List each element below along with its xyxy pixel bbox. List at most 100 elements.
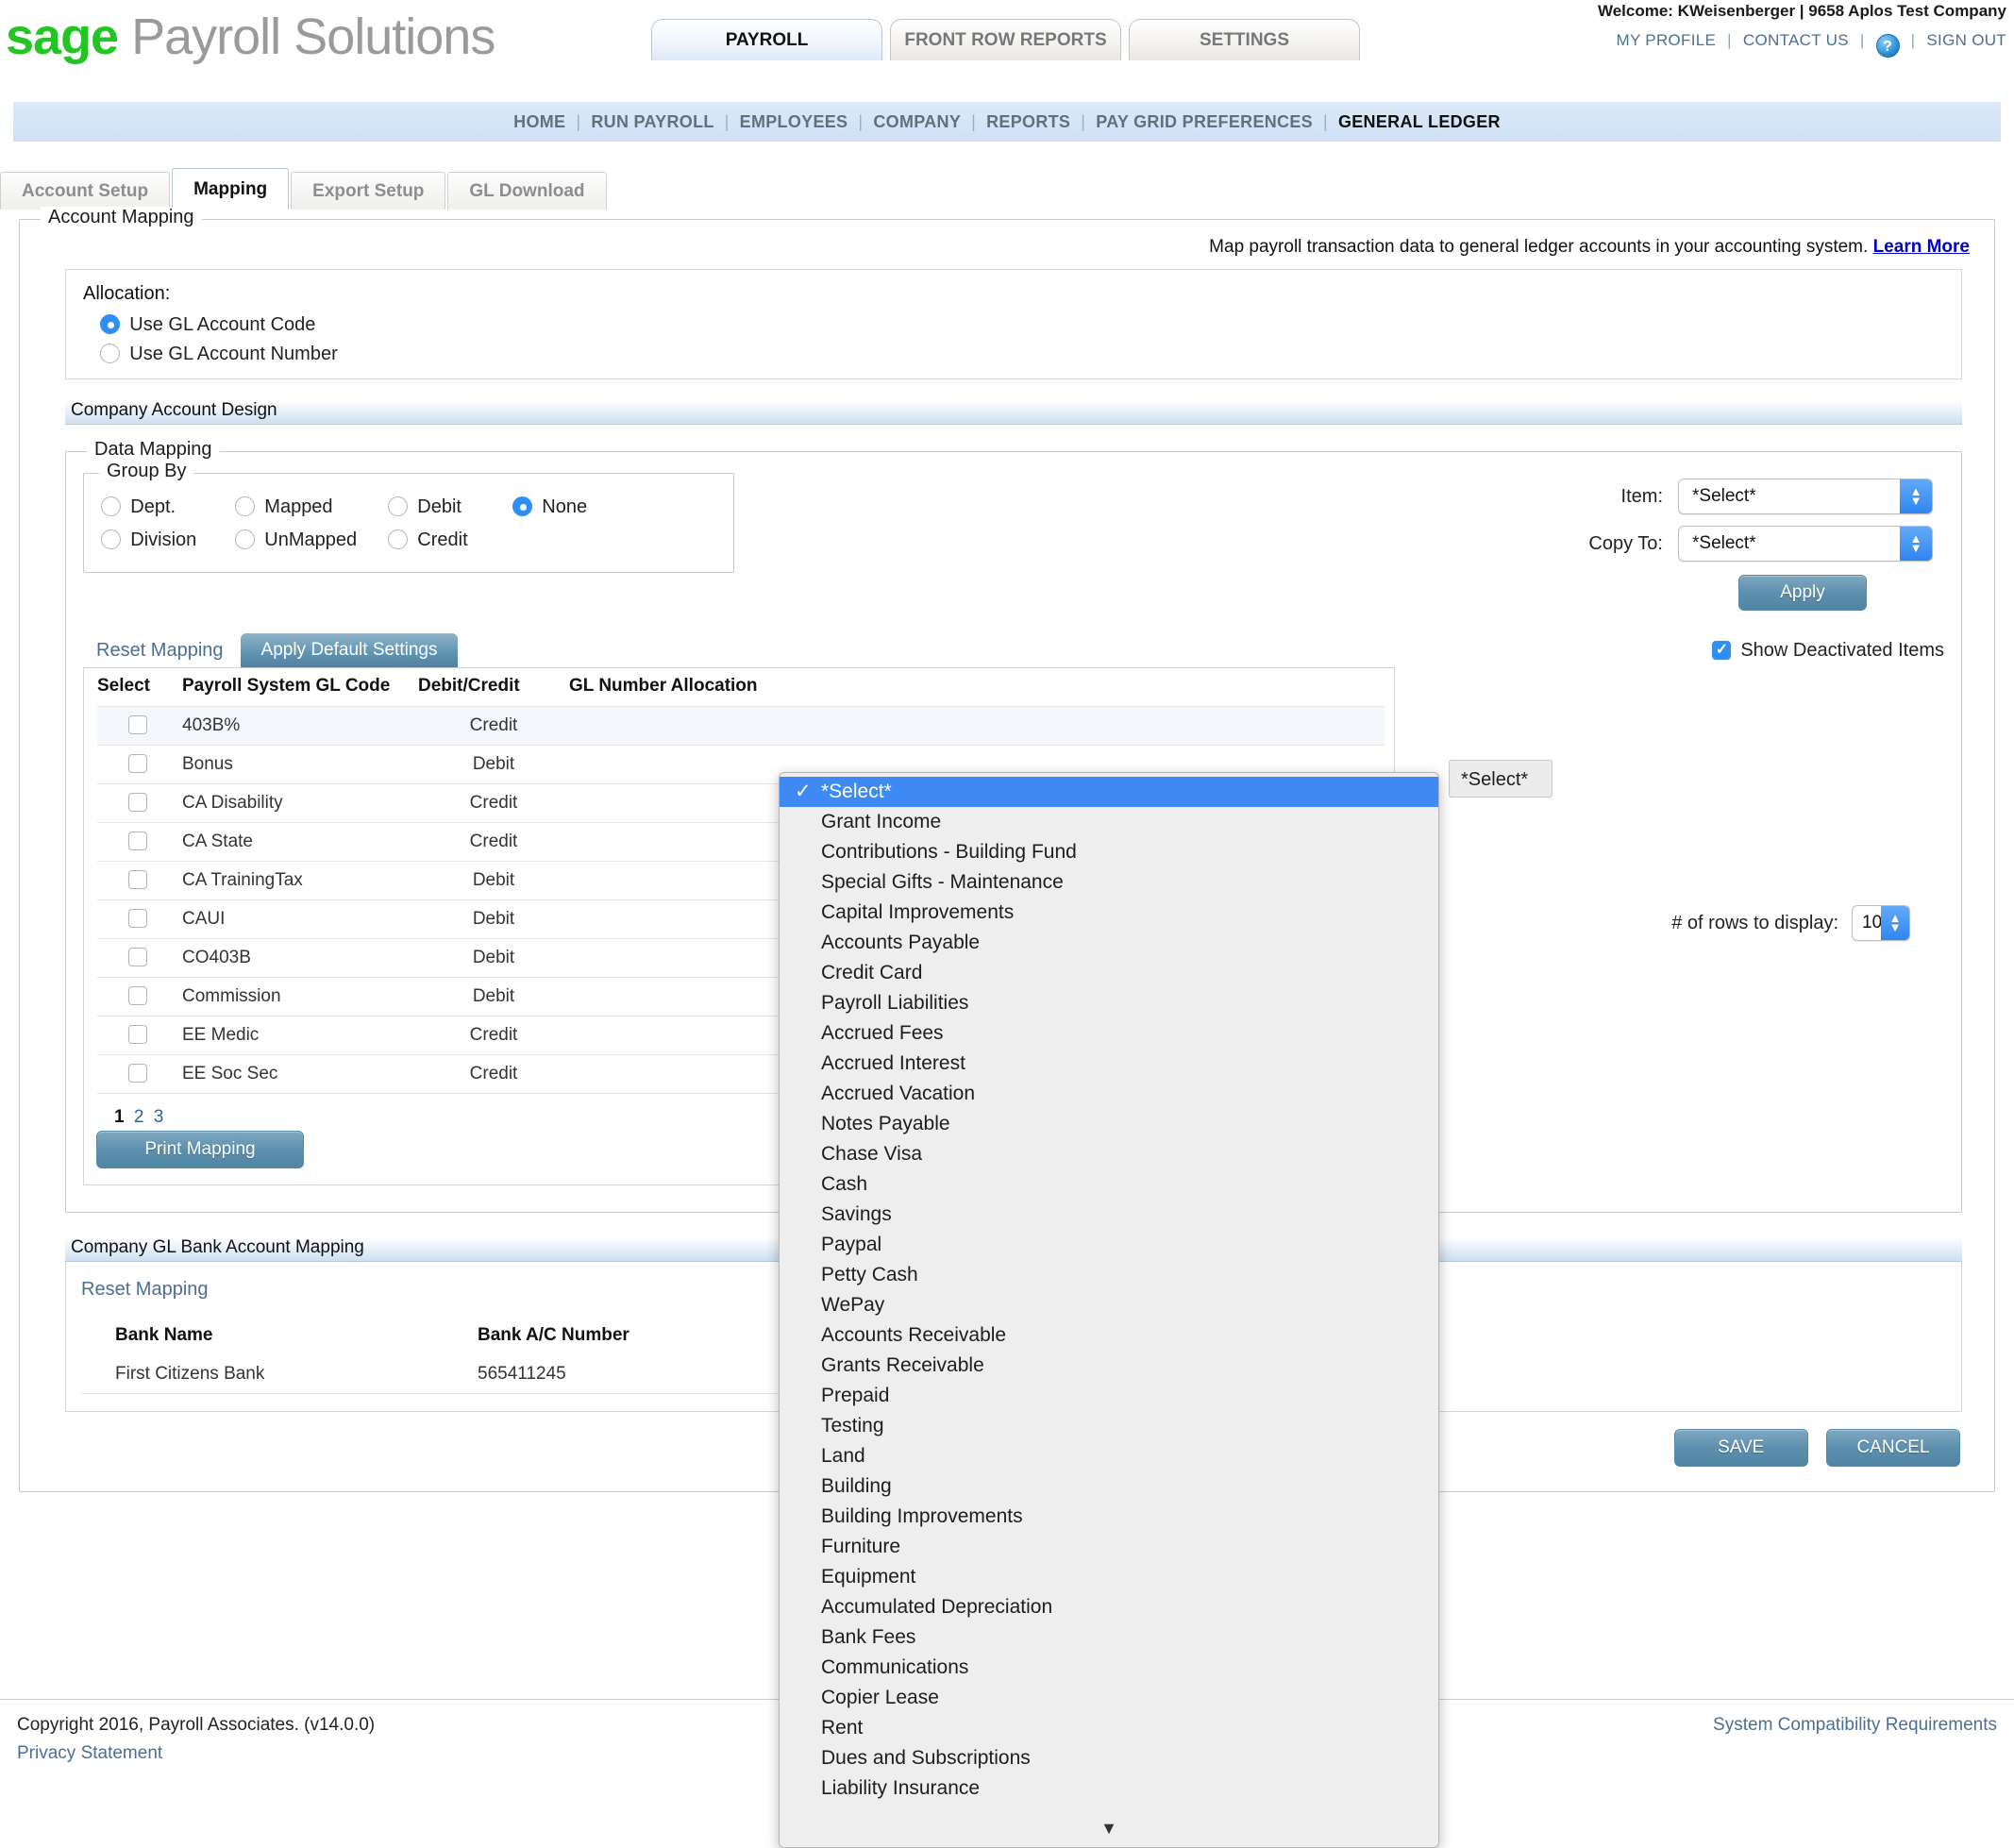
row-checkbox[interactable] <box>127 715 147 734</box>
dropdown-option-copier-lease[interactable]: Copier Lease <box>780 1683 1438 1713</box>
groupby-division[interactable]: Division <box>101 529 214 551</box>
row-checkbox[interactable] <box>127 754 147 773</box>
dropdown-option-accrued-fees[interactable]: Accrued Fees <box>780 1018 1438 1049</box>
dropdown-scroll-down-icon[interactable]: ▼ <box>780 1815 1438 1847</box>
dropdown-option-land[interactable]: Land <box>780 1441 1438 1471</box>
dropdown-option-testing[interactable]: Testing <box>780 1411 1438 1441</box>
page-2[interactable]: 2 <box>134 1107 144 1127</box>
groupby-credit[interactable]: Credit <box>388 529 468 551</box>
radio-none[interactable] <box>512 496 532 516</box>
dropdown-option-accrued-interest[interactable]: Accrued Interest <box>780 1049 1438 1079</box>
allocation-option-gl-account-number[interactable]: Use GL Account Number <box>100 344 1961 365</box>
tab-payroll[interactable]: PAYROLL <box>651 19 882 60</box>
cancel-button[interactable]: CANCEL <box>1826 1429 1960 1467</box>
radio-debit[interactable] <box>388 496 408 516</box>
dropdown-option-grant-income[interactable]: Grant Income <box>780 807 1438 837</box>
dropdown-option-select[interactable]: *Select* <box>780 777 1438 807</box>
dropdown-option-rent[interactable]: Rent <box>780 1713 1438 1743</box>
chevron-updown-icon-item[interactable]: ▲ ▼ <box>1900 479 1932 513</box>
checkbox-show-deactivated[interactable] <box>1711 640 1731 660</box>
sign-out-link[interactable]: SIGN OUT <box>1926 31 2006 49</box>
row-checkbox[interactable] <box>127 793 147 812</box>
dropdown-option-savings[interactable]: Savings <box>780 1200 1438 1230</box>
privacy-statement-link[interactable]: Privacy Statement <box>17 1743 162 1763</box>
nav-company[interactable]: COMPANY <box>873 112 961 132</box>
dropdown-option-grants-receivable[interactable]: Grants Receivable <box>780 1351 1438 1381</box>
copy-to-select[interactable]: *Select* ▲ ▼ <box>1678 526 1933 562</box>
dropdown-option-prepaid[interactable]: Prepaid <box>780 1381 1438 1411</box>
rows-to-display-stepper[interactable]: 10 ▲ ▼ <box>1852 905 1910 941</box>
nav-employees[interactable]: EMPLOYEES <box>740 112 848 132</box>
show-deactivated-items-toggle[interactable]: Show Deactivated Items <box>1711 640 1944 667</box>
subtab-export-setup[interactable]: Export Setup <box>291 172 446 210</box>
row-checkbox[interactable] <box>127 870 147 889</box>
dropdown-option-petty-cash[interactable]: Petty Cash <box>780 1260 1438 1290</box>
table-row[interactable]: 403B% Credit <box>97 706 1385 746</box>
dropdown-option-dues-and-subscriptions[interactable]: Dues and Subscriptions <box>780 1743 1438 1773</box>
radio-unmapped[interactable] <box>235 529 255 549</box>
dropdown-option-capital-improvements[interactable]: Capital Improvements <box>780 898 1438 928</box>
subtab-gl-download[interactable]: GL Download <box>447 172 607 210</box>
learn-more-link[interactable]: Learn More <box>1873 237 1970 257</box>
dropdown-option-liability-insurance[interactable]: Liability Insurance <box>780 1773 1438 1804</box>
allocation-option-gl-account-code[interactable]: Use GL Account Code <box>100 314 1961 336</box>
tab-settings[interactable]: SETTINGS <box>1129 19 1360 60</box>
chevron-updown-icon-copyto[interactable]: ▲ ▼ <box>1900 527 1932 561</box>
dropdown-option-building[interactable]: Building <box>780 1471 1438 1502</box>
help-icon[interactable]: ? <box>1875 34 1900 58</box>
subtab-account-setup[interactable]: Account Setup <box>0 172 171 210</box>
row-checkbox[interactable] <box>127 986 147 1005</box>
groupby-dept[interactable]: Dept. <box>101 496 214 518</box>
save-button[interactable]: SAVE <box>1673 1429 1808 1467</box>
row-checkbox[interactable] <box>127 1025 147 1044</box>
dropdown-option-payroll-liabilities[interactable]: Payroll Liabilities <box>780 988 1438 1018</box>
system-compatibility-link[interactable]: System Compatibility Requirements <box>1713 1715 1997 1736</box>
reset-mapping-link[interactable]: Reset Mapping <box>96 640 224 662</box>
item-select[interactable]: *Select* ▲ ▼ <box>1678 479 1933 514</box>
groupby-debit[interactable]: Debit <box>388 496 492 518</box>
radio-use-gl-account-number[interactable] <box>100 344 120 363</box>
dropdown-option-accounts-receivable[interactable]: Accounts Receivable <box>780 1320 1438 1351</box>
row-gl-allocation[interactable] <box>569 706 1385 746</box>
radio-dept[interactable] <box>101 496 121 516</box>
radio-division[interactable] <box>101 529 121 549</box>
page-3[interactable]: 3 <box>154 1107 164 1127</box>
apply-button[interactable]: Apply <box>1738 575 1867 611</box>
dropdown-option-equipment[interactable]: Equipment <box>780 1562 1438 1592</box>
dropdown-option-chase-visa[interactable]: Chase Visa <box>780 1139 1438 1169</box>
bank-reset-mapping-link[interactable]: Reset Mapping <box>81 1279 209 1300</box>
dropdown-option-bank-fees[interactable]: Bank Fees <box>780 1622 1438 1653</box>
gl-number-allocation-dropdown[interactable]: *Select* Grant Income Contributions - Bu… <box>779 772 1439 1848</box>
dropdown-option-wepay[interactable]: WePay <box>780 1290 1438 1320</box>
dropdown-option-cash[interactable]: Cash <box>780 1169 1438 1200</box>
dropdown-option-accounts-payable[interactable]: Accounts Payable <box>780 928 1438 958</box>
dropdown-option-notes-payable[interactable]: Notes Payable <box>780 1109 1438 1139</box>
groupby-mapped[interactable]: Mapped <box>235 496 367 518</box>
my-profile-link[interactable]: MY PROFILE <box>1616 31 1716 49</box>
nav-general-ledger[interactable]: GENERAL LEDGER <box>1338 112 1501 132</box>
dropdown-option-communications[interactable]: Communications <box>780 1653 1438 1683</box>
print-mapping-button[interactable]: Print Mapping <box>96 1131 304 1168</box>
radio-credit[interactable] <box>388 529 408 549</box>
dropdown-option-building-improvements[interactable]: Building Improvements <box>780 1502 1438 1532</box>
chevron-updown-icon-rows[interactable]: ▲ ▼ <box>1881 906 1909 940</box>
apply-default-settings-button[interactable]: Apply Default Settings <box>240 633 459 667</box>
dropdown-option-credit-card[interactable]: Credit Card <box>780 958 1438 988</box>
contact-us-link[interactable]: CONTACT US <box>1743 31 1849 49</box>
nav-run-payroll[interactable]: RUN PAYROLL <box>591 112 713 132</box>
row-checkbox[interactable] <box>127 832 147 850</box>
tab-front-row-reports[interactable]: FRONT ROW REPORTS <box>890 19 1121 60</box>
dropdown-option-special-gifts-maintenance[interactable]: Special Gifts - Maintenance <box>780 867 1438 898</box>
radio-mapped[interactable] <box>235 496 255 516</box>
dropdown-option-paypal[interactable]: Paypal <box>780 1230 1438 1260</box>
row-checkbox[interactable] <box>127 948 147 966</box>
dropdown-option-accumulated-depreciation[interactable]: Accumulated Depreciation <box>780 1592 1438 1622</box>
gl-allocation-select-closed[interactable]: *Select* <box>1449 760 1552 798</box>
radio-use-gl-account-code[interactable] <box>100 314 120 334</box>
nav-pay-grid-preferences[interactable]: PAY GRID PREFERENCES <box>1096 112 1313 132</box>
row-checkbox[interactable] <box>127 1064 147 1083</box>
dropdown-option-accrued-vacation[interactable]: Accrued Vacation <box>780 1079 1438 1109</box>
subtab-mapping[interactable]: Mapping <box>172 168 290 210</box>
dropdown-option-contributions-building-fund[interactable]: Contributions - Building Fund <box>780 837 1438 867</box>
nav-reports[interactable]: REPORTS <box>986 112 1070 132</box>
